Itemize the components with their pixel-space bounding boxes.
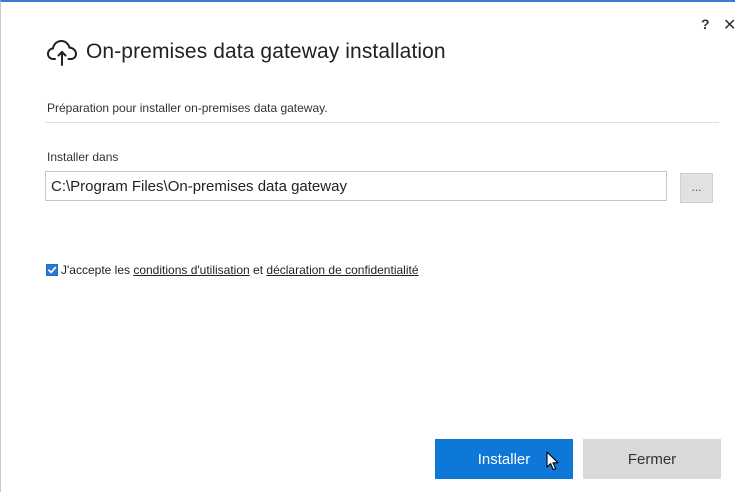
install-location-label: Installer dans (47, 150, 119, 164)
dialog-header: On-premises data gateway installation (46, 36, 446, 68)
close-dialog-button[interactable]: Fermer (583, 439, 721, 479)
help-button[interactable]: ? (701, 16, 710, 32)
consent-middle: et (249, 263, 267, 277)
cloud-upload-icon (46, 38, 78, 66)
status-text: Préparation pour installer on-premises d… (47, 101, 328, 115)
mouse-cursor-icon (546, 451, 559, 471)
privacy-link[interactable]: déclaration de confidentialité (266, 263, 418, 277)
checkmark-icon (47, 266, 57, 274)
terms-consent: J'accepte les conditions d'utilisation e… (46, 263, 419, 277)
terms-checkbox[interactable] (46, 264, 58, 276)
dialog-title: On-premises data gateway installation (86, 40, 446, 63)
header-divider (45, 122, 719, 123)
consent-prefix: J'accepte les (61, 263, 134, 277)
terms-link[interactable]: conditions d'utilisation (133, 263, 249, 277)
browse-button[interactable]: ... (680, 173, 713, 203)
install-path-input[interactable] (45, 171, 667, 201)
close-button[interactable]: ✕ (723, 15, 735, 35)
installer-dialog: ? ✕ On-premises data gateway installatio… (0, 0, 735, 492)
